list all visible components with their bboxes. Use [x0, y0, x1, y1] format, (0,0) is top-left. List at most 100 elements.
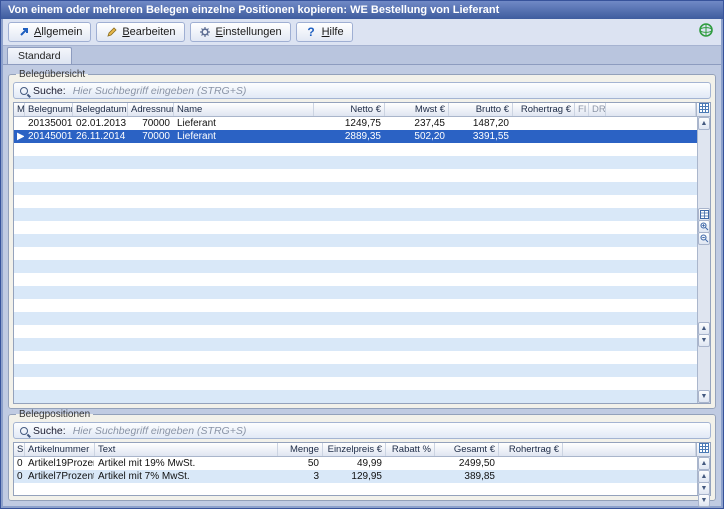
cell-belegdatum: 02.01.2013 /M [73, 117, 128, 130]
window-chrome: Allgemein Bearbeiten Einstellungen ? Hil… [1, 19, 723, 508]
toolbar: Allgemein Bearbeiten Einstellungen ? Hil… [3, 19, 721, 46]
allgemein-button[interactable]: Allgemein [8, 22, 91, 42]
column-header-mwst[interactable]: Mwst € [385, 103, 449, 116]
position-search-input[interactable] [71, 424, 704, 438]
application-window: Von einem oder mehreren Belegen einzelne… [0, 0, 724, 509]
cell-rohertrag [513, 130, 575, 143]
cell-menge: 3 [278, 470, 323, 483]
beleg-table-main: 2013500102.01.2013 /M70000Lieferant1249,… [14, 117, 710, 403]
column-header-belegnummer[interactable]: Belegnumme [25, 103, 73, 116]
cell-menge: 50 [278, 457, 323, 470]
cell-adressnummer: 70000 [128, 117, 174, 130]
column-header-artikelnummer[interactable]: Artikelnummer [25, 443, 95, 456]
cell-mwst: 502,20 [385, 130, 449, 143]
cell-netto: 2889,35 [314, 130, 385, 143]
column-header-einzelpreis[interactable]: Einzelpreis € [323, 443, 386, 456]
cell-rabatt [386, 470, 435, 483]
position-search-bar: Suche: [13, 422, 711, 439]
question-mark-icon: ? [305, 26, 318, 39]
title-bar[interactable]: Von einem oder mehreren Belegen einzelne… [1, 1, 723, 19]
scroll-track[interactable] [698, 245, 710, 323]
column-header-gesamt[interactable]: Gesamt € [435, 443, 499, 456]
grid-icon [699, 443, 709, 456]
cell-brutto: 3391,55 [449, 130, 513, 143]
search-label: Suche: [33, 85, 66, 97]
bearbeiten-button[interactable]: Bearbeiten [96, 22, 184, 42]
beleg-search-input[interactable] [71, 84, 704, 98]
cell-belegnummer: 20145001 [25, 130, 73, 143]
scroll-up-button[interactable]: ▲ [698, 117, 710, 130]
position-table-body: 0Artikel19ProzentArtikel mit 19% MwSt.50… [14, 457, 697, 495]
column-header-name[interactable]: Name [174, 103, 314, 116]
hilfe-button[interactable]: ? Hilfe [296, 22, 353, 42]
cell-belegdatum: 26.11.2014 /M [73, 130, 128, 143]
column-header-s[interactable]: S [14, 443, 25, 456]
column-header-rohertrag[interactable]: Rohertrag € [513, 103, 575, 116]
cell-name: Lieferant [174, 117, 314, 130]
position-table-main: 0Artikel19ProzentArtikel mit 19% MwSt.50… [14, 457, 710, 495]
column-header-netto[interactable]: Netto € [314, 103, 385, 116]
column-header-dr[interactable]: DR [589, 103, 606, 116]
einstellungen-button[interactable]: Einstellungen [190, 22, 291, 42]
pencil-icon [105, 26, 118, 39]
column-header-belegdatum[interactable]: Belegdatum [73, 103, 128, 116]
tab-strip: Standard [3, 46, 721, 65]
scroll-track[interactable] [698, 347, 710, 390]
position-scrollbar: ▲ ▲ ▼ ▼ [697, 457, 710, 495]
cell-name: Lieferant [174, 130, 314, 143]
table-row[interactable]: 0Artikel19ProzentArtikel mit 19% MwSt.50… [14, 457, 697, 470]
column-header-brutto[interactable]: Brutto € [449, 103, 513, 116]
column-header-fi[interactable]: FI [575, 103, 589, 116]
column-header-adressnummer[interactable]: Adressnumm [128, 103, 174, 116]
cell-artikelnummer: Artikel7Prozent [25, 470, 95, 483]
column-header-rabatt[interactable]: Rabatt % [386, 443, 435, 456]
scroll-up-button[interactable]: ▲ [698, 457, 710, 470]
cell-dr [589, 130, 606, 143]
grid-options-button[interactable] [696, 103, 710, 116]
online-update-button[interactable] [696, 22, 716, 42]
table-row[interactable]: ▶2014500126.11.2014 /M70000Lieferant2889… [14, 130, 697, 143]
belegpositionen-legend: Belegpositionen [16, 409, 93, 420]
hilfe-label: Hilfe [322, 26, 344, 38]
grid-view-button[interactable] [698, 208, 710, 221]
scroll-track[interactable] [698, 130, 710, 208]
beleguebersicht-group: Belegübersicht Suche: M Belegnumme Beleg… [8, 69, 716, 409]
cell-belegnummer: 20135001 [25, 117, 73, 130]
grid-options-button[interactable] [696, 443, 710, 456]
cell-fi [575, 117, 589, 130]
column-header-rohertrag[interactable]: Rohertrag € [499, 443, 563, 456]
cell-m: ▶ [14, 130, 25, 143]
beleg-table: M Belegnumme Belegdatum Adressnumm Name … [13, 102, 711, 404]
column-header-m[interactable]: M [14, 103, 25, 116]
beleg-scrollbar: ▲ ▲ [697, 117, 710, 403]
cell-rohertrag [499, 470, 563, 483]
column-header-filler [606, 103, 696, 116]
column-header-text[interactable]: Text [95, 443, 278, 456]
window-title: Von einem oder mehreren Belegen einzelne… [8, 4, 499, 16]
column-header-menge[interactable]: Menge [278, 443, 323, 456]
globe-icon [698, 22, 714, 43]
zoom-out-button[interactable] [698, 232, 710, 245]
column-header-filler [563, 443, 696, 456]
cell-rohertrag [499, 457, 563, 470]
cell-dr [589, 117, 606, 130]
scroll-down-button[interactable]: ▼ [698, 390, 710, 403]
arrow-up-right-icon [17, 26, 30, 39]
bearbeiten-label: Bearbeiten [122, 26, 175, 38]
cell-rabatt [386, 457, 435, 470]
main-content: Belegübersicht Suche: M Belegnumme Beleg… [3, 65, 721, 506]
belegpositionen-group: Belegpositionen Suche: S Artikelnummer T… [8, 409, 716, 501]
zoom-in-button[interactable] [698, 220, 710, 233]
search-label: Suche: [33, 425, 66, 437]
cell-gesamt: 389,85 [435, 470, 499, 483]
cell-gesamt: 2499,50 [435, 457, 499, 470]
cell-netto: 1249,75 [314, 117, 385, 130]
scroll-down-button[interactable]: ▼ [698, 494, 710, 507]
position-table: S Artikelnummer Text Menge Einzelpreis €… [13, 442, 711, 496]
table-row[interactable]: 0Artikel7ProzentArtikel mit 7% MwSt.3129… [14, 470, 697, 483]
cell-s: 0 [14, 470, 25, 483]
cell-mwst: 237,45 [385, 117, 449, 130]
table-row[interactable]: 2013500102.01.2013 /M70000Lieferant1249,… [14, 117, 697, 130]
row-down-button[interactable]: ▼ [698, 334, 710, 347]
tab-standard[interactable]: Standard [7, 47, 72, 64]
